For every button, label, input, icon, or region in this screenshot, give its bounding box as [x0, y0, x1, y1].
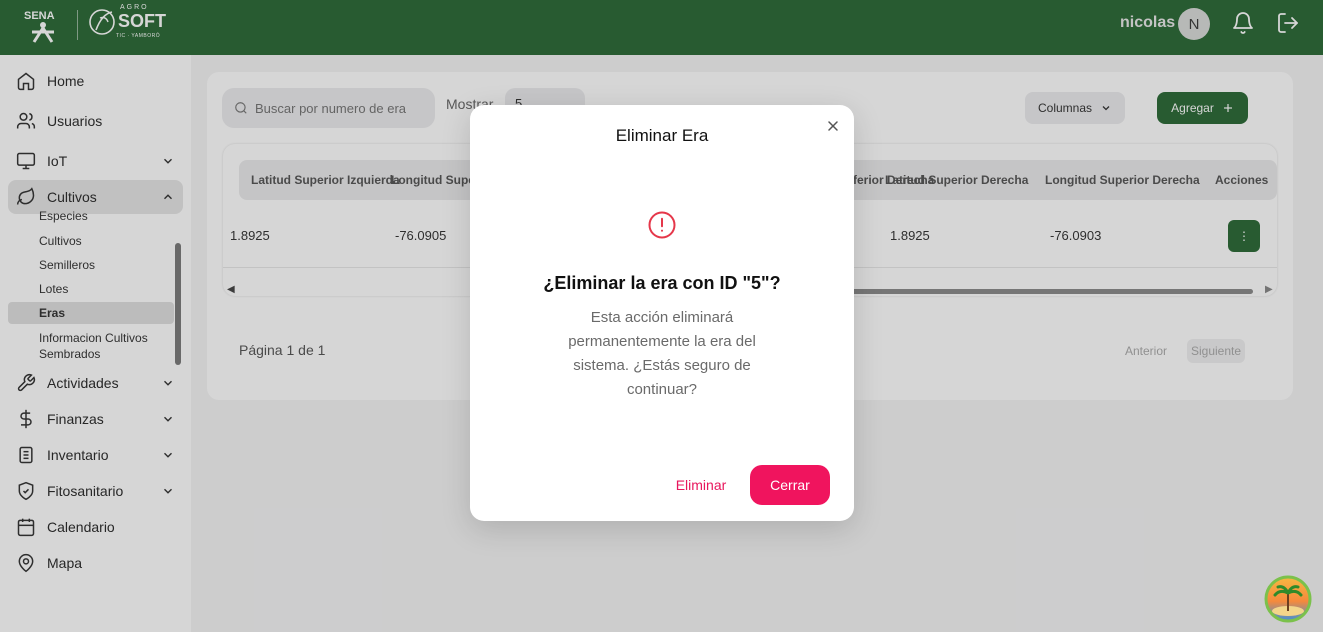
delete-era-modal: Eliminar Era ¿Eliminar la era con ID "5"… [470, 105, 854, 521]
eliminar-button[interactable]: Eliminar [666, 465, 736, 505]
modal-text: Esta acción eliminará permanentemente la… [568, 309, 756, 398]
modal-heading: ¿Eliminar la era con ID "5"? [543, 273, 781, 293]
modal-title: Eliminar Era [615, 126, 709, 145]
alert-circle-icon [648, 211, 676, 239]
close-icon[interactable] [825, 118, 841, 134]
cerrar-button[interactable]: Cerrar [750, 465, 830, 505]
assistant-avatar-icon[interactable] [1264, 575, 1312, 623]
